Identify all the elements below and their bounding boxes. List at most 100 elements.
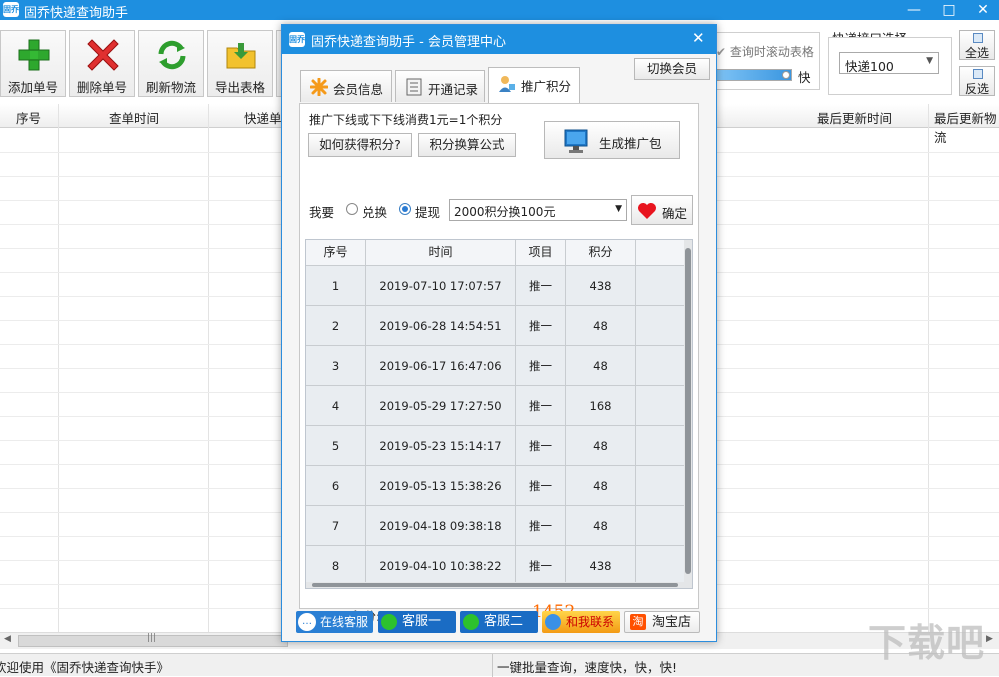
wechat-icon <box>381 614 397 630</box>
service-two-button[interactable]: 客服二 <box>460 611 538 633</box>
switch-member-button[interactable]: 切换会员 <box>634 58 710 80</box>
withdraw-radio-label: 提现 <box>415 205 441 220</box>
app-icon: 固乔 <box>3 2 19 17</box>
row-points: 168 <box>566 386 636 425</box>
col-time-header[interactable]: 时间 <box>366 240 516 265</box>
withdraw-radio[interactable] <box>399 203 411 215</box>
row-time: 2019-04-10 10:38:22 <box>366 546 516 585</box>
select-all-button[interactable]: 全选 <box>959 30 995 60</box>
dialog-close-icon[interactable]: ✕ <box>692 29 705 47</box>
minimize-button[interactable]: — <box>897 0 931 20</box>
row-points: 438 <box>566 546 636 585</box>
points-formula-button[interactable]: 积分换算公式 <box>418 133 516 157</box>
plus-icon <box>18 39 50 71</box>
table-row[interactable]: 6 2019-05-13 15:38:26 推一 48 <box>306 466 686 506</box>
chevron-down-icon: ▼ <box>615 204 622 214</box>
row-item: 推一 <box>516 506 566 545</box>
row-index: 7 <box>306 506 366 545</box>
app-title: 固乔快递查询助手 <box>24 6 129 21</box>
promo-description: 推广下线或下下线消费1元=1个积分 <box>309 113 503 127</box>
export-table-button[interactable]: 导出表格 <box>207 30 273 97</box>
scroll-left-icon[interactable]: ◀ <box>4 634 11 644</box>
table-row[interactable]: 5 2019-05-23 15:14:17 推一 48 <box>306 426 686 466</box>
taobao-store-button[interactable]: 淘 淘宝店 <box>624 611 700 633</box>
api-select-value: 快递100 <box>845 59 894 74</box>
table-row[interactable]: 8 2019-04-10 10:38:22 推一 438 <box>306 546 686 586</box>
dialog-titlebar[interactable]: 固乔 固乔快递查询助手 - 会员管理中心 ✕ <box>282 25 716 54</box>
confirm-button[interactable]: 确定 <box>631 195 693 225</box>
row-time: 2019-05-13 15:38:26 <box>366 466 516 505</box>
grid-col-index[interactable]: 序号 <box>16 108 41 127</box>
record-list-icon <box>406 78 422 96</box>
dialog-app-icon: 固乔 <box>289 32 305 47</box>
col-index-header[interactable]: 序号 <box>306 240 366 265</box>
tab-open-records-label: 开通记录 <box>428 82 479 97</box>
table-horizontal-scrollbar[interactable] <box>306 582 692 588</box>
row-index: 5 <box>306 426 366 465</box>
scroll-checkbox-label: 查询时滚动表格 <box>729 45 814 59</box>
api-select[interactable]: 快递100 ▼ <box>839 52 939 74</box>
invert-select-button[interactable]: 反选 <box>959 66 995 96</box>
speed-slider-thumb[interactable] <box>782 71 790 79</box>
wechat-icon <box>463 614 479 630</box>
status-right-text: 一键批量查询，速度快，快，快! <box>497 660 678 675</box>
col-item-header[interactable]: 项目 <box>516 240 566 265</box>
scroll-checkbox[interactable]: ✔ 查询时滚动表格 <box>716 43 814 60</box>
tab-promotion-points[interactable]: 推广积分 <box>488 67 580 103</box>
table-hscroll-thumb[interactable] <box>312 583 678 587</box>
main-titlebar[interactable]: 固乔 固乔快递查询助手 — □ ✕ <box>0 0 999 21</box>
row-time: 2019-05-23 15:14:17 <box>366 426 516 465</box>
table-row[interactable]: 3 2019-06-17 16:47:06 推一 48 <box>306 346 686 386</box>
row-item: 推一 <box>516 306 566 345</box>
scrollbar-thumb[interactable]: ||| <box>18 633 288 647</box>
tab-member-info-label: 会员信息 <box>333 82 384 97</box>
service-one-button[interactable]: 客服一 <box>378 611 456 633</box>
row-points: 48 <box>566 426 636 465</box>
generate-promo-package-button[interactable]: 生成推广包 <box>544 121 680 159</box>
row-index: 2 <box>306 306 366 345</box>
row-item: 推一 <box>516 386 566 425</box>
row-time: 2019-06-28 14:54:51 <box>366 306 516 345</box>
confirm-label: 确定 <box>662 206 688 221</box>
online-service-button[interactable]: … 在线客服 <box>296 611 373 633</box>
row-item: 推一 <box>516 346 566 385</box>
delete-number-button[interactable]: 删除单号 <box>69 30 135 97</box>
withdraw-amount-select[interactable]: 2000积分换100元 ▼ <box>449 199 627 221</box>
row-index: 6 <box>306 466 366 505</box>
add-number-button[interactable]: 添加单号 <box>0 30 66 97</box>
close-button[interactable]: ✕ <box>966 0 999 20</box>
want-label: 我要 <box>309 205 335 220</box>
row-index: 4 <box>306 386 366 425</box>
refresh-logistics-label: 刷新物流 <box>145 80 196 95</box>
speed-slider[interactable] <box>716 69 792 81</box>
chevron-down-icon: ▼ <box>926 56 933 66</box>
table-row[interactable]: 2 2019-06-28 14:54:51 推一 48 <box>306 306 686 346</box>
grid-divider <box>208 104 209 634</box>
refresh-logistics-button[interactable]: 刷新物流 <box>138 30 204 97</box>
table-row[interactable]: 1 2019-07-10 17:07:57 推一 438 <box>306 266 686 306</box>
grid-col-last-update-logistics[interactable]: 最后更新物流 <box>934 108 999 146</box>
table-row[interactable]: 4 2019-05-29 17:27:50 推一 168 <box>306 386 686 426</box>
col-points-header[interactable]: 积分 <box>566 240 636 265</box>
maximize-button[interactable]: □ <box>932 0 966 20</box>
tab-promotion-points-label: 推广积分 <box>521 79 572 94</box>
grid-divider <box>58 104 59 634</box>
exchange-radio[interactable] <box>346 203 358 215</box>
table-vertical-scrollbar[interactable] <box>684 240 692 582</box>
contact-me-button[interactable]: 和我联系 <box>542 611 620 633</box>
tab-open-records[interactable]: 开通记录 <box>395 70 485 102</box>
grid-col-tracking-number[interactable]: 快递单 <box>244 108 282 127</box>
table-scroll-thumb[interactable] <box>685 248 691 574</box>
qq-icon <box>545 614 561 630</box>
invert-select-label: 反选 <box>964 82 989 96</box>
row-points: 48 <box>566 346 636 385</box>
how-to-earn-button[interactable]: 如何获得积分? <box>308 133 412 157</box>
tab-member-info[interactable]: 会员信息 <box>300 70 392 102</box>
select-all-label: 全选 <box>964 46 989 60</box>
table-row[interactable]: 7 2019-04-18 09:38:18 推一 48 <box>306 506 686 546</box>
grid-col-last-update-time[interactable]: 最后更新时间 <box>817 108 892 127</box>
grid-divider <box>928 104 929 634</box>
row-time: 2019-06-17 16:47:06 <box>366 346 516 385</box>
row-time: 2019-07-10 17:07:57 <box>366 266 516 305</box>
grid-col-query-time[interactable]: 查单时间 <box>109 108 159 127</box>
